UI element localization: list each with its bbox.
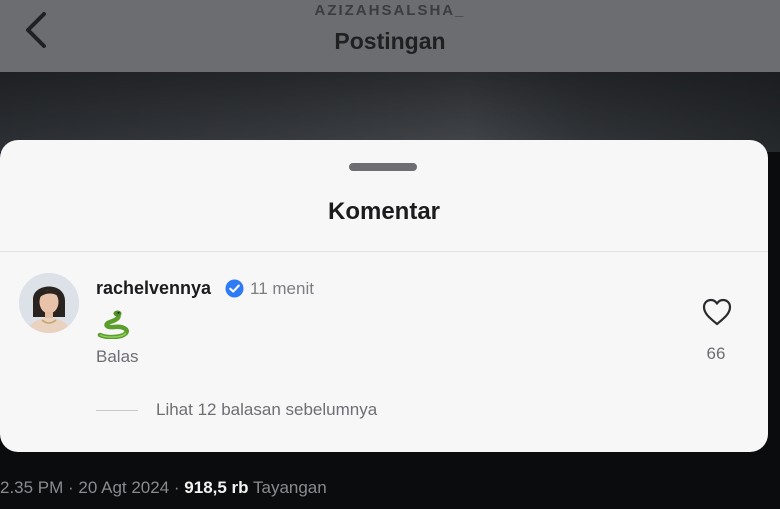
post-timestamp: 2.35 PM · 20 Agt 2024 · [0,478,180,497]
like-count: 66 [706,344,726,363]
sheet-title: Komentar [327,198,441,225]
sheet-drag-handle[interactable] [349,163,417,171]
top-bar: AZIZAHSALSHA_ Postingan [0,0,780,72]
post-author-username: AZIZAHSALSHA_ [314,2,466,19]
divider [0,251,768,252]
view-previous-replies-link[interactable]: Lihat 12 balasan sebelumnya [156,400,377,420]
comment-username[interactable]: rachelvennya [96,278,211,299]
post-meta: 2.35 PM · 20 Agt 2024 · 918,5 rb Tayanga… [0,478,327,498]
snake-emoji-icon [97,310,129,339]
user-photo-icon [19,273,79,333]
page-title: Postingan [334,28,446,54]
avatar[interactable] [19,273,79,333]
heart-icon[interactable] [701,297,733,327]
verified-badge-icon [225,279,244,298]
comment-time: 11 menit [250,279,314,298]
reply-button[interactable]: Balas [96,347,139,367]
views-label: Tayangan [252,478,327,497]
views-count: 918,5 rb [184,478,249,497]
comments-sheet: Komentar rachelvennya 11 menit Balas 66 … [0,140,768,452]
replies-divider-line [96,410,138,411]
